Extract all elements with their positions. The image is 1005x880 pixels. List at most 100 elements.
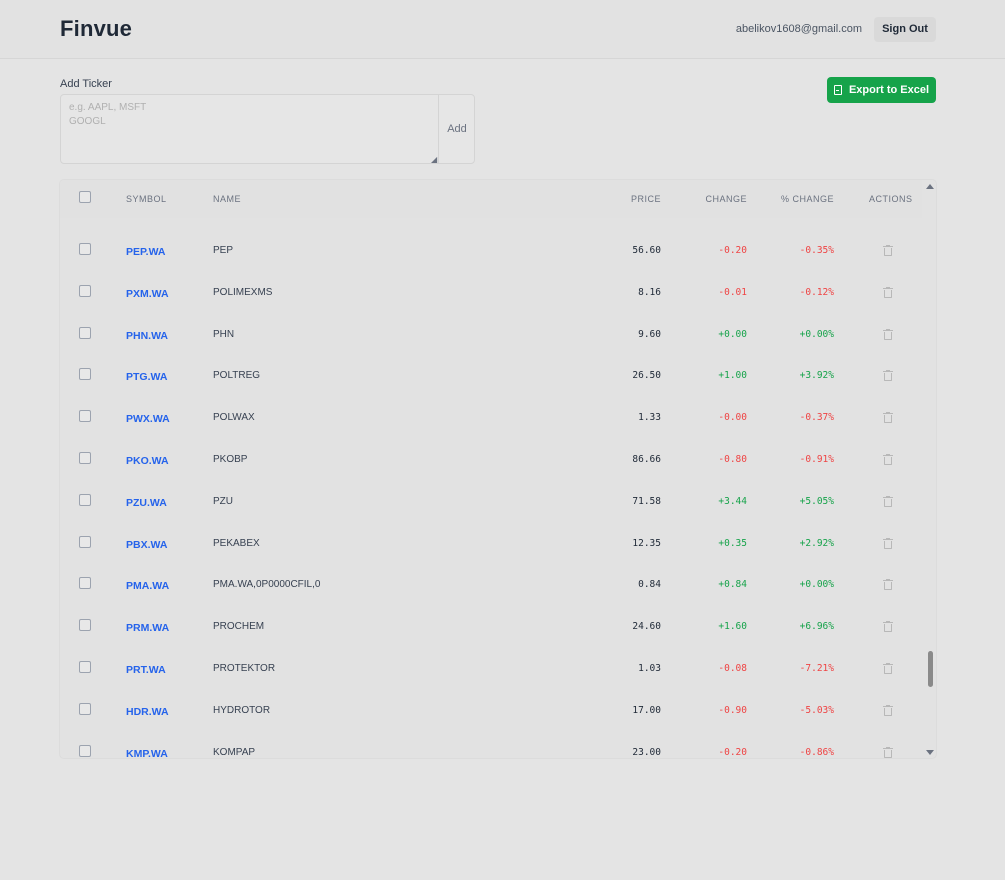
ticker-change: -0.01 bbox=[718, 286, 747, 298]
sign-out-button[interactable]: Sign Out bbox=[874, 17, 936, 42]
row-checkbox[interactable] bbox=[79, 452, 91, 464]
ticker-change: -0.90 bbox=[718, 704, 747, 716]
ticker-change: +3.44 bbox=[718, 495, 747, 507]
ticker-pct-change: +6.96% bbox=[799, 621, 834, 633]
select-all-checkbox[interactable] bbox=[79, 191, 91, 203]
col-price[interactable]: PRICE bbox=[631, 194, 661, 204]
ticker-pct-change: +0.00% bbox=[799, 328, 834, 340]
ticker-input[interactable]: e.g. AAPL, MSFT GOOGL bbox=[61, 95, 439, 163]
ticker-price: 26.50 bbox=[632, 370, 661, 382]
ticker-name: POLIMEXMS bbox=[213, 286, 273, 298]
ticker-pct-change: -0.12% bbox=[799, 286, 834, 298]
ticker-symbol-link[interactable]: KMP.WA bbox=[126, 747, 168, 758]
ticker-symbol-link[interactable]: PHN.WA bbox=[126, 329, 168, 343]
trash-icon[interactable] bbox=[883, 412, 893, 424]
ticker-symbol-link[interactable]: PMA.WA bbox=[126, 579, 169, 593]
row-checkbox[interactable] bbox=[79, 368, 91, 381]
row-checkbox[interactable] bbox=[79, 284, 91, 297]
row-checkbox[interactable] bbox=[79, 410, 91, 423]
ticker-name: PROCHEM bbox=[213, 621, 265, 633]
trash-icon[interactable] bbox=[883, 621, 893, 633]
ticker-pct-change: -5.03% bbox=[799, 704, 834, 716]
ticker-price: 17.00 bbox=[632, 704, 661, 716]
trash-icon[interactable] bbox=[883, 746, 893, 758]
ticker-name: PZU bbox=[213, 495, 233, 507]
row-checkbox[interactable] bbox=[79, 535, 91, 548]
row-checkbox[interactable] bbox=[79, 493, 91, 506]
scroll-down-icon[interactable] bbox=[926, 750, 934, 755]
ticker-symbol-link[interactable]: PXM.WA bbox=[126, 287, 169, 301]
ticker-change: +0.84 bbox=[718, 579, 747, 591]
ticker-price: 12.35 bbox=[632, 537, 661, 549]
trash-icon[interactable] bbox=[883, 663, 893, 674]
ticker-symbol-link[interactable]: HDR.WA bbox=[126, 705, 169, 719]
ticker-change: +1.60 bbox=[718, 621, 747, 633]
trash-icon[interactable] bbox=[883, 328, 893, 340]
ticker-pct-change: -0.86% bbox=[799, 746, 834, 758]
row-checkbox[interactable] bbox=[79, 661, 91, 673]
ticker-price: 24.60 bbox=[632, 621, 661, 633]
ticker-symbol-link[interactable]: PBX.WA bbox=[126, 538, 167, 552]
col-change[interactable]: CHANGE bbox=[705, 194, 747, 204]
ticker-price: 9.60 bbox=[638, 328, 661, 340]
table-row: PHN.WA PHN 9.60 +0.00 +0.00% bbox=[60, 326, 922, 370]
table-row: PRM.WA PROCHEM 24.60 +1.60 +6.96% bbox=[60, 619, 922, 662]
add-ticker-button[interactable]: Add bbox=[440, 95, 474, 163]
ticker-name: POLWAX bbox=[213, 412, 255, 424]
trash-icon[interactable] bbox=[883, 245, 893, 256]
trash-icon[interactable] bbox=[883, 370, 893, 382]
trash-icon[interactable] bbox=[883, 704, 893, 716]
brand-logo: Finvue bbox=[60, 16, 133, 41]
ticker-pct-change: +3.92% bbox=[799, 370, 834, 382]
ticker-symbol-link[interactable]: PKO.WA bbox=[126, 454, 169, 468]
ticker-change: -0.20 bbox=[718, 746, 747, 758]
ticker-price: 23.00 bbox=[632, 746, 661, 758]
ticker-pct-change: +2.92% bbox=[799, 537, 834, 549]
row-checkbox[interactable] bbox=[79, 243, 91, 255]
table-row: PXM.WA POLIMEXMS 8.16 -0.01 -0.12% bbox=[60, 284, 922, 328]
col-name[interactable]: NAME bbox=[213, 194, 241, 204]
table-header: SYMBOL NAME PRICE CHANGE % CHANGE ACTION… bbox=[60, 180, 922, 218]
table-row: PBX.WA PEKABEX 12.35 +0.35 +2.92% bbox=[60, 535, 922, 579]
table-row: PMA.WA PMA.WA,0P0000CFIL,0 0.84 +0.84 +0.00% bbox=[60, 577, 922, 620]
trash-icon[interactable] bbox=[883, 286, 893, 298]
ticker-name: PMA.WA,0P0000CFIL,0 bbox=[213, 579, 321, 591]
trash-icon[interactable] bbox=[883, 495, 893, 507]
ticker-price: 71.58 bbox=[632, 495, 661, 507]
ticker-change: -0.80 bbox=[718, 454, 747, 465]
trash-icon[interactable] bbox=[883, 454, 893, 465]
ticker-change: -0.08 bbox=[718, 663, 747, 674]
ticker-name: KOMPAP bbox=[213, 746, 256, 758]
ticker-symbol-link[interactable]: PWX.WA bbox=[126, 412, 170, 426]
resize-grip-icon[interactable]: ◢ bbox=[431, 155, 437, 164]
ticker-symbol-link[interactable]: PRT.WA bbox=[126, 663, 166, 677]
table-row: PRT.WA PROTEKTOR 1.03 -0.08 -7.21% bbox=[60, 661, 922, 704]
row-checkbox[interactable] bbox=[79, 577, 91, 590]
scrollbar-thumb[interactable] bbox=[928, 651, 933, 687]
ticker-name: HYDROTOR bbox=[213, 704, 271, 716]
ticker-price: 86.66 bbox=[632, 454, 661, 465]
ticker-name: PKOBP bbox=[213, 454, 248, 465]
col-symbol[interactable]: SYMBOL bbox=[126, 194, 167, 204]
trash-icon[interactable] bbox=[883, 579, 893, 591]
table-row: PZU.WA PZU 71.58 +3.44 +5.05% bbox=[60, 493, 922, 537]
ticker-name: PHN bbox=[213, 328, 235, 340]
add-ticker-form: e.g. AAPL, MSFT GOOGL ◢ Add bbox=[60, 94, 475, 164]
ticker-symbol-link[interactable]: PTG.WA bbox=[126, 370, 167, 384]
export-excel-button[interactable]: Export to Excel bbox=[827, 77, 936, 103]
ticker-symbol-link[interactable]: PZU.WA bbox=[126, 496, 167, 510]
row-checkbox[interactable] bbox=[79, 326, 91, 339]
row-checkbox[interactable] bbox=[79, 619, 91, 632]
trash-icon[interactable] bbox=[883, 537, 893, 549]
ticker-change: -0.20 bbox=[718, 245, 747, 256]
col-pct-change[interactable]: % CHANGE bbox=[781, 194, 834, 204]
row-checkbox[interactable] bbox=[79, 702, 91, 715]
table-row: HDR.WA HYDROTOR 17.00 -0.90 -5.03% bbox=[60, 702, 922, 746]
user-email: abelikov1608@gmail.com bbox=[735, 23, 862, 35]
ticker-change: +1.00 bbox=[718, 370, 747, 382]
ticker-symbol-link[interactable]: PEP.WA bbox=[126, 245, 166, 259]
scroll-up-icon[interactable] bbox=[926, 184, 934, 189]
ticker-symbol-link[interactable]: PRM.WA bbox=[126, 621, 169, 635]
ticker-pct-change: -7.21% bbox=[799, 663, 834, 674]
row-checkbox[interactable] bbox=[79, 744, 91, 757]
